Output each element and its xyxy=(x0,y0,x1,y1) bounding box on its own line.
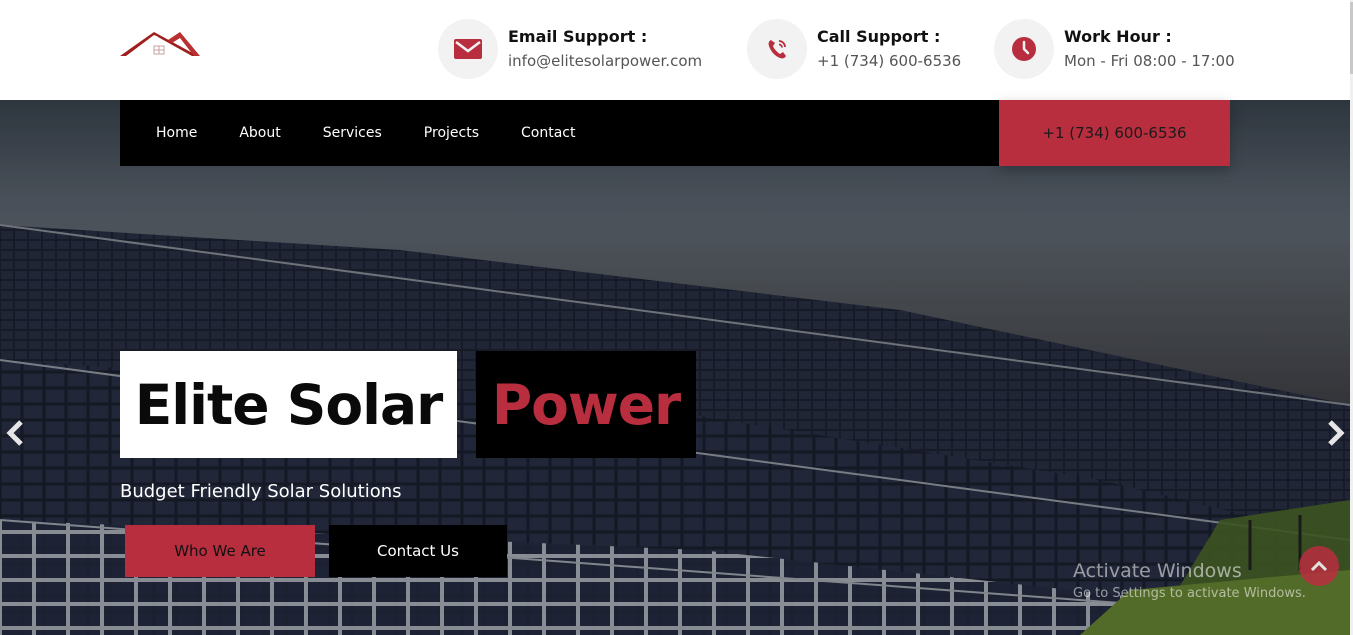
hero-title-box-1: Elite Solar xyxy=(120,351,457,458)
nav-item-home[interactable]: Home xyxy=(156,125,197,141)
back-to-top-button[interactable] xyxy=(1299,546,1339,586)
email-support-label: Email Support : xyxy=(508,26,648,46)
work-hour-block: Work Hour : Mon - Fri 08:00 - 17:00 xyxy=(994,19,1235,79)
watermark-line2: Go to Settings to activate Windows. xyxy=(1073,586,1306,601)
work-hour-label: Work Hour : xyxy=(1064,26,1172,46)
who-we-are-button[interactable]: Who We Are xyxy=(125,525,315,577)
envelope-icon xyxy=(438,19,498,79)
main-nav: Home About Services Projects Contact xyxy=(120,100,999,166)
hero-title-part2: Power xyxy=(491,372,681,437)
nav-item-contact[interactable]: Contact xyxy=(521,125,575,141)
nav-item-projects[interactable]: Projects xyxy=(424,125,479,141)
nav-item-services[interactable]: Services xyxy=(323,125,382,141)
chevron-left-icon[interactable] xyxy=(4,418,28,448)
top-header: Email Support : info@elitesolarpower.com… xyxy=(0,0,1353,100)
chevron-right-icon[interactable] xyxy=(1323,418,1347,448)
windows-activation-watermark: Activate Windows Go to Settings to activ… xyxy=(1073,560,1306,601)
email-support-block: Email Support : info@elitesolarpower.com xyxy=(438,19,702,79)
call-support-block: Call Support : +1 (734) 600-6536 xyxy=(747,19,961,79)
phone-icon xyxy=(747,19,807,79)
contact-us-button[interactable]: Contact Us xyxy=(329,525,507,577)
hero-title-part1: Elite Solar xyxy=(134,372,444,437)
email-support-value[interactable]: info@elitesolarpower.com xyxy=(508,49,702,73)
chevron-up-icon xyxy=(1310,560,1328,572)
watermark-line1: Activate Windows xyxy=(1073,560,1242,582)
hero-subtitle: Budget Friendly Solar Solutions xyxy=(120,481,402,502)
call-support-value[interactable]: +1 (734) 600-6536 xyxy=(817,49,961,73)
hero-title-box-2: Power xyxy=(476,351,696,458)
house-logo-icon[interactable] xyxy=(118,28,202,62)
work-hour-value: Mon - Fri 08:00 - 17:00 xyxy=(1064,51,1235,70)
clock-icon xyxy=(994,19,1054,79)
call-support-label: Call Support : xyxy=(817,26,941,46)
nav-phone-button[interactable]: +1 (734) 600-6536 xyxy=(999,100,1230,166)
nav-item-about[interactable]: About xyxy=(239,125,280,141)
